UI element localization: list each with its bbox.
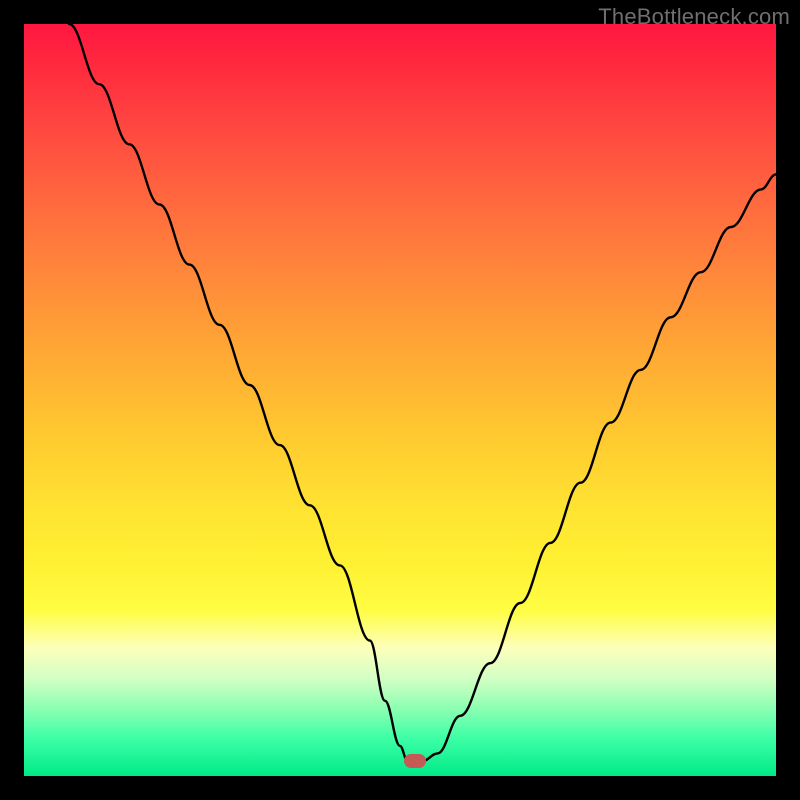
minimum-marker [404, 754, 426, 768]
plot-area [24, 24, 776, 776]
curve-path [69, 24, 776, 761]
chart-frame: TheBottleneck.com [0, 0, 800, 800]
bottleneck-curve [24, 24, 776, 776]
